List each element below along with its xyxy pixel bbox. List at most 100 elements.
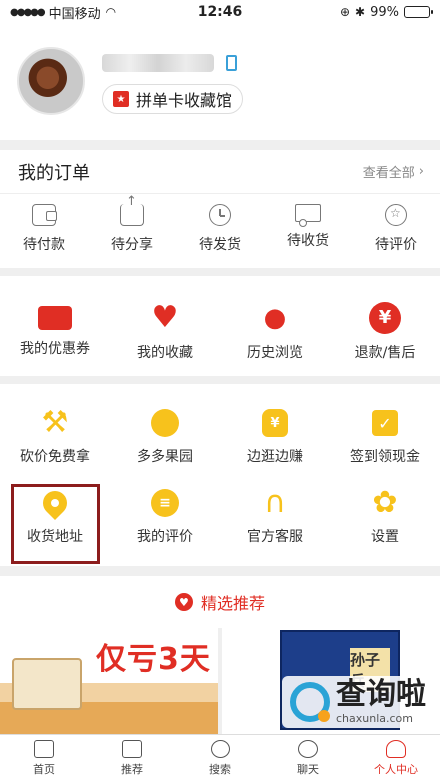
recommend-label: 精选推荐 bbox=[200, 594, 265, 613]
orders-section: 我的订单 查看全部 › 待付款 待分享 待发货 待收货 待评价 bbox=[0, 150, 440, 268]
chat-icon bbox=[298, 740, 318, 758]
order-pending-review[interactable]: 待评价 bbox=[352, 204, 440, 254]
browse-earn-button[interactable]: ¥ 边逛边赚 bbox=[231, 408, 319, 466]
status-bar: ●●●●● 中国移动 ◠ 12:46 ⊕ ✱ 99% bbox=[0, 0, 440, 24]
bottom-tab-bar: 首页 推荐 搜索 聊天 个人中心 bbox=[0, 734, 440, 782]
phone-icon bbox=[226, 55, 237, 71]
tab-chat[interactable]: 聊天 bbox=[268, 740, 348, 777]
watermark-text: 查询啦 bbox=[336, 677, 426, 712]
money-bag-icon: ¥ bbox=[260, 408, 290, 438]
shipping-address-button[interactable]: 收货地址 bbox=[11, 486, 99, 546]
tool-label: 设置 bbox=[371, 529, 399, 545]
card-badge-icon: ★ bbox=[113, 91, 129, 107]
wifi-icon: ◠ bbox=[105, 5, 117, 19]
tools-section: ⚒ 砍价免费拿 多多果园 ¥ 边逛边赚 ✓ 签到领现金 收货地址 ≡ 我的评价 … bbox=[0, 384, 440, 566]
watermark: 查询啦 chaxunla.com bbox=[282, 676, 434, 728]
pindan-card-label: 拼单卡收藏馆 bbox=[136, 91, 233, 110]
orientation-lock-icon: ⊕ bbox=[339, 5, 351, 19]
order-item-label: 待付款 bbox=[23, 237, 65, 253]
refund-button[interactable]: ¥ 退款/售后 bbox=[341, 302, 429, 362]
carrier-label: 中国移动 bbox=[48, 6, 101, 22]
checkin-button[interactable]: ✓ 签到领现金 bbox=[341, 408, 429, 466]
chevron-right-icon: › bbox=[418, 164, 424, 179]
wallet-icon bbox=[32, 204, 57, 226]
heart-icon: ♥ bbox=[151, 300, 179, 335]
favorites-section: 我的优惠券 ♥ 我的收藏 ● 历史浏览 ¥ 退款/售后 bbox=[0, 276, 440, 376]
tab-profile[interactable]: 个人中心 bbox=[356, 740, 436, 777]
tool-label: 收货地址 bbox=[27, 529, 83, 545]
favorites-button[interactable]: ♥ 我的收藏 bbox=[121, 302, 209, 362]
recommend-header: ♥ 精选推荐 bbox=[0, 576, 440, 628]
username-blurred bbox=[102, 54, 214, 72]
battery-icon bbox=[404, 6, 433, 18]
coupon-icon bbox=[38, 306, 72, 330]
order-pending-share[interactable]: 待分享 bbox=[88, 194, 176, 254]
orders-title: 我的订单 bbox=[18, 162, 90, 184]
profile-header: ★ 拼单卡收藏馆 bbox=[0, 24, 440, 140]
customer-service-button[interactable]: ∩ 官方客服 bbox=[231, 488, 319, 546]
tab-label: 搜索 bbox=[209, 763, 231, 776]
avatar[interactable] bbox=[17, 47, 85, 115]
orchard-button[interactable]: 多多果园 bbox=[121, 408, 209, 466]
product-image bbox=[12, 658, 82, 710]
order-item-label: 待收货 bbox=[287, 233, 329, 249]
settings-icon: ✿ bbox=[372, 485, 398, 520]
tool-label: 砍价免费拿 bbox=[20, 449, 90, 465]
watermark-domain: chaxunla.com bbox=[336, 712, 413, 725]
fruit-icon bbox=[150, 408, 180, 438]
bluetooth-icon: ✱ bbox=[355, 5, 366, 19]
profile-icon bbox=[386, 740, 406, 758]
fav-item-label: 我的优惠券 bbox=[20, 341, 90, 357]
view-all-orders-link[interactable]: 查看全部 › bbox=[363, 162, 424, 181]
order-pending-payment[interactable]: 待付款 bbox=[0, 204, 88, 254]
clock-icon bbox=[209, 204, 231, 226]
review-icon bbox=[385, 204, 407, 226]
pindan-card-button[interactable]: ★ 拼单卡收藏馆 bbox=[102, 84, 244, 114]
order-pending-shipment[interactable]: 待发货 bbox=[176, 204, 264, 254]
order-item-label: 待发货 bbox=[199, 237, 241, 253]
watermark-logo-icon bbox=[290, 682, 330, 722]
product-promo-text: 仅亏3天 bbox=[96, 642, 211, 677]
tab-search[interactable]: 搜索 bbox=[180, 740, 260, 777]
search-icon bbox=[210, 740, 230, 758]
footprint-icon: ● bbox=[263, 303, 287, 333]
product-card[interactable]: 仅亏3天 bbox=[0, 628, 218, 734]
history-button[interactable]: ● 历史浏览 bbox=[231, 302, 319, 362]
recommend-heart-icon: ♥ bbox=[174, 593, 193, 611]
bargain-button[interactable]: ⚒ 砍价免费拿 bbox=[11, 408, 99, 466]
tool-label: 边逛边赚 bbox=[247, 449, 303, 465]
location-pin-icon bbox=[38, 486, 72, 520]
tab-recommend[interactable]: 推荐 bbox=[92, 740, 172, 777]
recommend-icon bbox=[122, 740, 142, 758]
tab-label: 首页 bbox=[33, 763, 55, 776]
comment-icon: ≡ bbox=[150, 488, 180, 518]
order-pending-receipt[interactable]: 待收货 bbox=[264, 204, 352, 250]
tab-home[interactable]: 首页 bbox=[4, 740, 84, 777]
tool-label: 多多果园 bbox=[137, 449, 193, 465]
tool-label: 我的评价 bbox=[137, 529, 193, 545]
fav-item-label: 退款/售后 bbox=[354, 345, 416, 361]
battery-percent: 99% bbox=[370, 4, 399, 20]
fav-item-label: 历史浏览 bbox=[247, 345, 303, 361]
tab-label: 聊天 bbox=[297, 763, 319, 776]
axe-icon: ⚒ bbox=[41, 405, 69, 440]
tab-label: 推荐 bbox=[121, 763, 143, 776]
share-icon bbox=[120, 194, 144, 226]
order-item-label: 待评价 bbox=[375, 237, 417, 253]
coupons-button[interactable]: 我的优惠券 bbox=[11, 302, 99, 358]
order-item-label: 待分享 bbox=[111, 237, 153, 253]
signal-icon: ●●●●● bbox=[10, 6, 46, 18]
refund-icon: ¥ bbox=[369, 302, 401, 334]
checkin-icon: ✓ bbox=[370, 408, 400, 438]
my-reviews-button[interactable]: ≡ 我的评价 bbox=[121, 488, 209, 546]
tool-label: 签到领现金 bbox=[350, 449, 420, 465]
fav-item-label: 我的收藏 bbox=[137, 345, 193, 361]
view-all-label: 查看全部 bbox=[362, 166, 415, 181]
truck-icon bbox=[295, 204, 321, 227]
tool-label: 官方客服 bbox=[247, 529, 303, 545]
product-card[interactable]: 孙子兵 查询啦 chaxunla.com bbox=[222, 628, 440, 734]
settings-button[interactable]: ✿ 设置 bbox=[341, 488, 429, 546]
tab-label: 个人中心 bbox=[374, 763, 418, 776]
home-icon bbox=[34, 740, 54, 758]
headset-icon: ∩ bbox=[264, 485, 286, 520]
